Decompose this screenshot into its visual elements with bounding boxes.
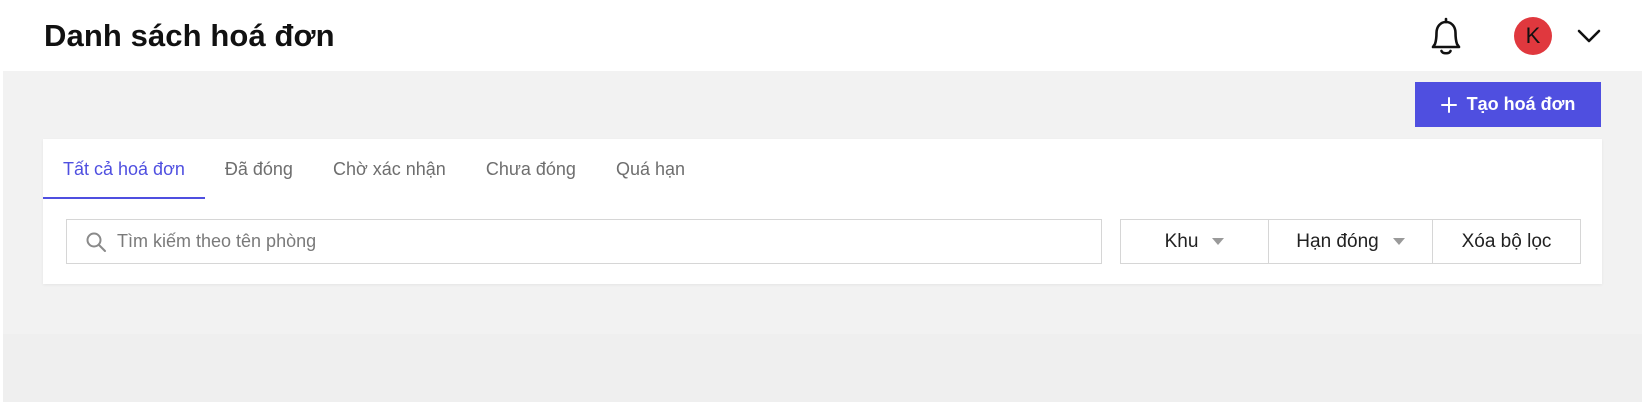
- invoice-list-card: Tất cả hoá đơn Đã đóng Chờ xác nhận Chưa…: [43, 139, 1602, 284]
- clear-filters-label: Xóa bộ lọc: [1461, 230, 1552, 252]
- tab-label: Chờ xác nhận: [332, 158, 446, 179]
- top-bar: Danh sách hoá đơn K: [0, 0, 1642, 71]
- tab-label: Tất cả hoá đơn: [63, 158, 185, 179]
- avatar-initial: K: [1525, 23, 1541, 48]
- page-title: Danh sách hoá đơn: [44, 18, 335, 53]
- user-avatar[interactable]: K: [1514, 17, 1552, 55]
- caret-down-icon: [1392, 237, 1405, 245]
- bell-icon: [1431, 17, 1461, 55]
- search-icon: [86, 232, 106, 252]
- content-lower-area: [3, 334, 1642, 402]
- due-date-filter-label: Hạn đóng: [1296, 230, 1379, 252]
- chevron-down-icon: [1577, 29, 1601, 43]
- invoice-status-tabs: Tất cả hoá đơn Đã đóng Chờ xác nhận Chưa…: [43, 139, 705, 199]
- area-filter-label: Khu: [1164, 230, 1199, 252]
- search-input[interactable]: [117, 231, 1077, 252]
- due-date-filter-dropdown[interactable]: Hạn đóng: [1268, 219, 1433, 264]
- tab-all-invoices[interactable]: Tất cả hoá đơn: [43, 139, 205, 199]
- create-invoice-button[interactable]: Tạo hoá đơn: [1415, 82, 1601, 127]
- tab-label: Đã đóng: [224, 158, 293, 179]
- notifications-button[interactable]: [1425, 14, 1467, 58]
- tab-unpaid[interactable]: Chưa đóng: [466, 139, 596, 199]
- plus-icon: [1440, 96, 1457, 113]
- caret-down-icon: [1212, 237, 1225, 245]
- tab-label: Quá hạn: [615, 158, 686, 179]
- account-menu-toggle[interactable]: [1576, 24, 1602, 48]
- clear-filters-button[interactable]: Xóa bộ lọc: [1432, 219, 1581, 264]
- search-box: [66, 219, 1102, 264]
- tab-paid[interactable]: Đã đóng: [205, 139, 313, 199]
- area-filter-dropdown[interactable]: Khu: [1120, 219, 1269, 264]
- tab-overdue[interactable]: Quá hạn: [596, 139, 705, 199]
- tab-pending-confirmation[interactable]: Chờ xác nhận: [313, 139, 466, 199]
- tab-label: Chưa đóng: [485, 158, 576, 179]
- create-invoice-label: Tạo hoá đơn: [1466, 94, 1576, 114]
